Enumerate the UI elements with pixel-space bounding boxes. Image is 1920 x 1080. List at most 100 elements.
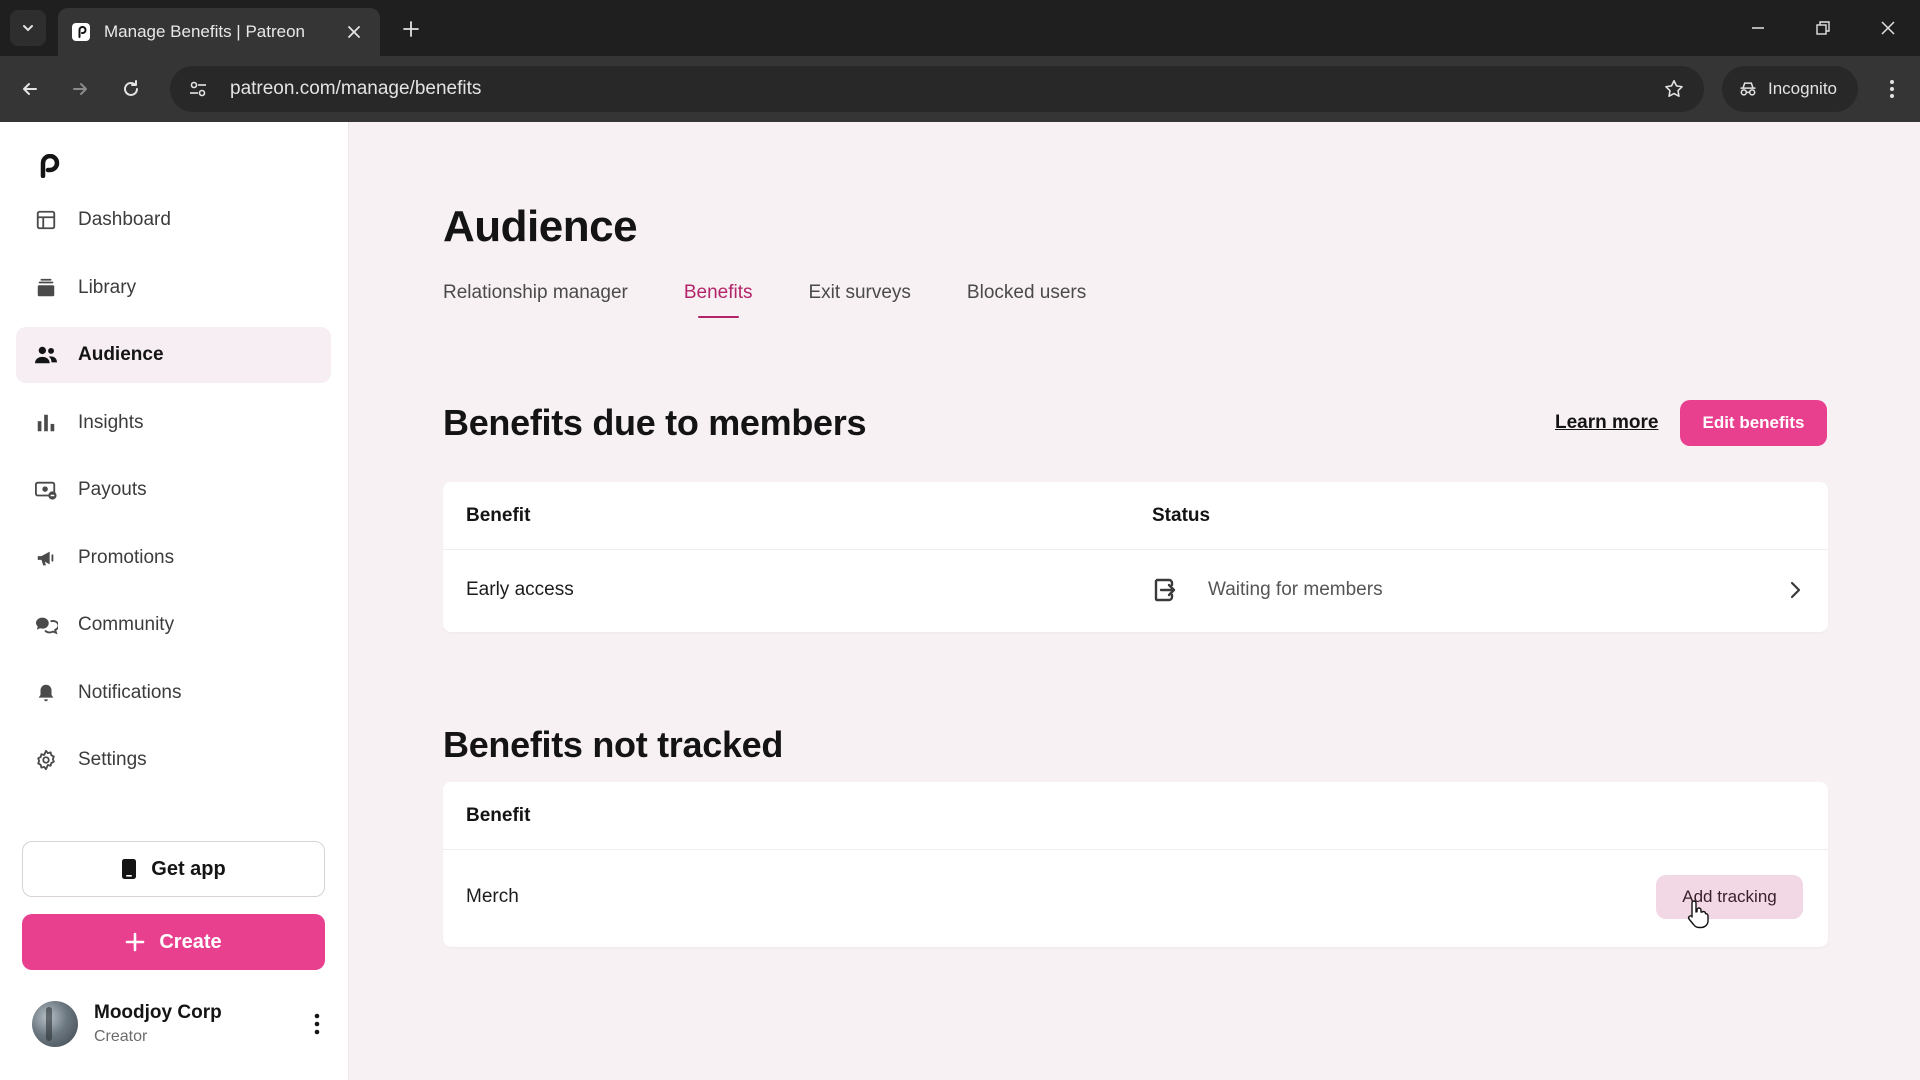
sidebar-item-promotions[interactable]: Promotions xyxy=(16,530,331,586)
arrow-right-icon xyxy=(73,83,87,95)
tab-benefits[interactable]: Benefits xyxy=(684,282,753,318)
browser-toolbar: patreon.com/manage/benefits Incognito xyxy=(0,56,1920,122)
patreon-favicon-icon xyxy=(72,23,90,41)
sidebar-item-label: Settings xyxy=(78,749,147,770)
tab-title: Manage Benefits | Patreon xyxy=(104,22,305,41)
hand-pointer-icon xyxy=(1687,900,1709,929)
sidebar-item-label: Community xyxy=(78,614,175,635)
user-profile[interactable]: Moodjoy Corp Creator xyxy=(32,998,332,1050)
learn-more-link[interactable]: Learn more xyxy=(1555,412,1658,434)
browser-tab-active[interactable]: Manage Benefits | Patreon xyxy=(58,8,380,56)
back-button[interactable] xyxy=(12,71,48,107)
get-app-label: Get app xyxy=(151,857,226,880)
benefit-name: Early access xyxy=(466,579,574,600)
incognito-label: Incognito xyxy=(1768,79,1837,98)
window-close-button[interactable] xyxy=(1866,10,1910,46)
library-icon xyxy=(34,276,58,300)
site-info-button[interactable] xyxy=(178,66,218,112)
sidebar-item-label: Dashboard xyxy=(78,209,171,230)
more-vertical-icon xyxy=(314,1013,320,1035)
sidebar-item-label: Promotions xyxy=(78,546,175,568)
reload-icon xyxy=(124,80,138,96)
user-role: Creator xyxy=(94,1028,148,1045)
get-app-button[interactable]: Get app xyxy=(22,841,325,897)
tab-exit-surveys[interactable]: Exit surveys xyxy=(809,282,911,318)
sidebar-item-insights[interactable]: Insights xyxy=(16,395,331,451)
sidebar-item-label: Insights xyxy=(78,411,144,433)
sidebar-item-label: Payouts xyxy=(78,479,147,500)
dashboard-icon xyxy=(34,208,58,232)
restore-button[interactable] xyxy=(1801,10,1845,46)
sidebar-item-label: Notifications xyxy=(78,681,182,703)
tab-search-button[interactable] xyxy=(10,10,46,46)
sidebar-item-library[interactable]: Library xyxy=(16,260,331,316)
sidebar-item-settings[interactable]: Settings xyxy=(16,732,331,788)
sidebar-item-dashboard[interactable]: Dashboard xyxy=(16,192,331,248)
sidebar-item-payouts[interactable]: Payouts xyxy=(16,462,331,518)
payouts-icon xyxy=(34,478,58,502)
add-tracking-button[interactable]: Add tracking xyxy=(1656,875,1803,919)
arrow-right-box-icon xyxy=(1152,576,1180,604)
benefit-status: Waiting for members xyxy=(1208,579,1383,600)
tab-blocked-users[interactable]: Blocked users xyxy=(967,282,1086,318)
avatar[interactable] xyxy=(32,1001,78,1047)
gear-icon xyxy=(34,748,58,772)
column-header-status: Status xyxy=(1152,504,1211,526)
audience-icon xyxy=(34,343,58,367)
audience-tabs: Relationship manager Benefits Exit surve… xyxy=(443,282,1142,318)
address-bar[interactable]: patreon.com/manage/benefits xyxy=(170,66,1704,112)
arrow-left-icon xyxy=(23,83,37,95)
user-menu-button[interactable] xyxy=(302,1004,332,1044)
insights-icon xyxy=(34,411,58,435)
close-icon xyxy=(348,26,360,38)
column-header-benefit: Benefit xyxy=(466,504,531,526)
browser-menu-button[interactable] xyxy=(1874,71,1910,107)
user-name: Moodjoy Corp xyxy=(94,1002,222,1023)
benefits-due-heading: Benefits due to members xyxy=(443,402,867,443)
phone-icon xyxy=(121,858,137,880)
incognito-badge[interactable]: Incognito xyxy=(1722,66,1858,112)
browser-tabstrip: Manage Benefits | Patreon xyxy=(0,0,1920,56)
edit-benefits-button[interactable]: Edit benefits xyxy=(1680,400,1827,446)
table-row: Merch Add tracking xyxy=(443,850,1828,944)
community-icon xyxy=(34,613,58,637)
sidebar-item-community[interactable]: Community xyxy=(16,597,331,653)
more-vertical-icon xyxy=(1890,80,1894,98)
sidebar-nav: Dashboard Library Audience Insights Payo… xyxy=(16,192,331,800)
forward-button[interactable] xyxy=(62,71,98,107)
benefits-due-table: Benefit Status Early access Waiting for … xyxy=(443,482,1828,632)
minimize-button[interactable] xyxy=(1736,10,1780,46)
tab-close-button[interactable] xyxy=(342,20,366,44)
benefits-not-tracked-table: Benefit Merch Add tracking xyxy=(443,782,1828,947)
patreon-logo-icon[interactable] xyxy=(36,153,60,179)
page-title: Audience xyxy=(443,202,638,251)
benefits-not-tracked-heading: Benefits not tracked xyxy=(443,724,784,765)
tab-relationship-manager[interactable]: Relationship manager xyxy=(443,282,628,318)
bookmark-button[interactable] xyxy=(1654,69,1694,109)
chevron-down-icon xyxy=(23,25,33,32)
column-header-benefit: Benefit xyxy=(466,804,531,826)
url-text[interactable]: patreon.com/manage/benefits xyxy=(230,78,1654,100)
incognito-icon xyxy=(1740,82,1756,96)
benefit-name: Merch xyxy=(466,886,519,907)
table-row[interactable]: Early access Waiting for members xyxy=(443,550,1828,630)
create-button[interactable]: Create xyxy=(22,914,325,970)
sidebar-item-label: Audience xyxy=(78,344,164,365)
main-content: Audience Relationship manager Benefits E… xyxy=(443,122,1828,1080)
chevron-right-icon[interactable] xyxy=(1783,578,1807,602)
star-icon xyxy=(1665,79,1683,98)
plus-icon xyxy=(403,21,419,37)
minimize-icon xyxy=(1752,27,1764,29)
promotions-icon xyxy=(34,546,58,570)
sidebar-item-audience[interactable]: Audience xyxy=(16,327,331,383)
close-icon xyxy=(1881,21,1895,35)
restore-icon xyxy=(1816,21,1830,35)
table-header: Benefit Status xyxy=(443,482,1828,550)
new-tab-button[interactable] xyxy=(396,14,426,44)
sidebar-item-label: Library xyxy=(78,276,137,298)
reload-button[interactable] xyxy=(113,71,149,107)
tune-icon xyxy=(190,81,206,97)
sidebar-item-notifications[interactable]: Notifications xyxy=(16,665,331,721)
page: Dashboard Library Audience Insights Payo… xyxy=(0,122,1920,1080)
table-header: Benefit xyxy=(443,782,1828,850)
